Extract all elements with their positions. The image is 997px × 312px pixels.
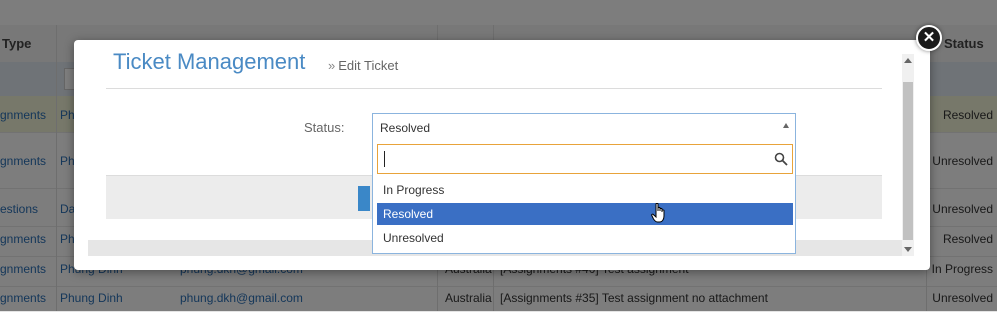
option-resolved[interactable]: Resolved <box>377 203 793 225</box>
text-cursor <box>384 151 385 167</box>
hand-pointer-icon <box>651 203 665 223</box>
scroll-down-arrow-icon[interactable] <box>904 247 912 252</box>
breadcrumb: » Edit Ticket <box>328 58 398 73</box>
chevron-up-icon <box>783 123 789 128</box>
scrollbar-thumb[interactable] <box>903 82 913 240</box>
page-title: Ticket Management <box>113 49 306 74</box>
close-button[interactable]: ✕ <box>916 25 942 51</box>
close-icon: ✕ <box>922 29 936 46</box>
search-input[interactable] <box>377 144 793 174</box>
option-in-progress[interactable]: In Progress <box>377 179 793 201</box>
breadcrumb-separator: » <box>328 58 336 73</box>
status-select[interactable]: Resolved <box>372 113 796 141</box>
status-dropdown: In Progress Resolved Unresolved <box>372 140 796 254</box>
save-button[interactable] <box>358 186 370 211</box>
option-unresolved[interactable]: Unresolved <box>377 227 793 249</box>
status-select-value: Resolved <box>380 121 431 135</box>
search-icon <box>774 152 788 166</box>
scroll-up-arrow-icon[interactable] <box>904 58 912 63</box>
status-label: Status: <box>304 120 345 135</box>
breadcrumb-current: Edit Ticket <box>338 58 399 73</box>
title-divider <box>106 88 882 89</box>
modal-scrollbar[interactable] <box>902 54 914 256</box>
